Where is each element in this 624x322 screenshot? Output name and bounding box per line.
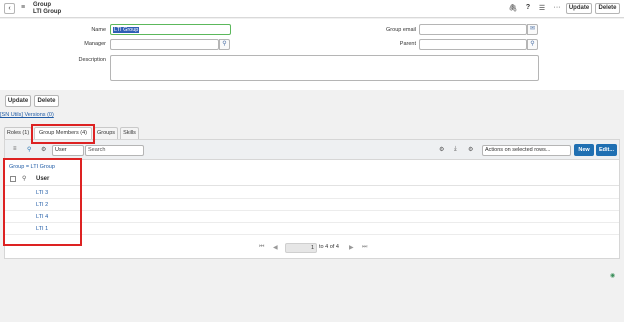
user-link[interactable]: LTI 2 (36, 202, 48, 208)
personalize-icon[interactable]: ⚙ (468, 146, 473, 153)
list-column-header: ⚲ User (5, 174, 619, 186)
email-envelope-icon[interactable]: ✉ (527, 24, 538, 35)
group-email-label: Group email (386, 27, 416, 33)
edit-button[interactable]: Edit... (596, 144, 617, 156)
page-range-text: to 4 of 4 (319, 244, 339, 250)
search-field-select[interactable]: User (52, 145, 84, 156)
form-header: ‹ ≡ Group LTI Group 🖇 ? ☰ ··· Update Del… (0, 0, 624, 18)
list-breadcrumb[interactable]: Group = LTI Group (9, 164, 55, 170)
next-page-icon[interactable]: ▶ (349, 244, 354, 251)
actions-on-selected-rows-select[interactable]: Actions on selected rows... (482, 145, 571, 156)
filter-icon[interactable]: ⚲ (27, 146, 31, 153)
status-indicator-icon: ◉ (610, 273, 616, 279)
update-button[interactable]: Update (5, 95, 31, 107)
personalize-list-icon[interactable]: ⚙ (41, 146, 46, 153)
previous-page-icon[interactable]: ◀ (273, 244, 278, 251)
user-link[interactable]: LTI 3 (36, 190, 48, 196)
header-update-button[interactable]: Update (566, 3, 592, 14)
table-row: LTI 3 (5, 187, 619, 199)
table-row: LTI 1 (5, 223, 619, 235)
manager-lookup-search-icon[interactable]: ⚲ (219, 39, 230, 50)
name-value: LTI Group (113, 27, 140, 33)
manager-field[interactable] (110, 39, 219, 50)
description-label: Description (78, 57, 106, 63)
parent-label: Parent (399, 41, 416, 47)
tab-skills[interactable]: Skills (120, 127, 139, 139)
description-field[interactable] (110, 55, 539, 81)
user-column-header[interactable]: User (36, 176, 49, 182)
header-delete-button[interactable]: Delete (595, 3, 620, 14)
page-number-input[interactable]: 1 (285, 243, 317, 253)
tab-groups[interactable]: Groups (94, 127, 118, 139)
group-form: Name LTI Group Manager ⚲ Description Gro… (0, 19, 624, 90)
name-label: Name (91, 27, 106, 33)
list-pagination: ⏮ ◀ 1 to 4 of 4 ▶ ⏭ (5, 241, 619, 255)
more-icon[interactable]: ··· (552, 4, 562, 11)
help-icon[interactable]: ? (523, 4, 533, 11)
download-icon[interactable]: ⤓ (454, 146, 457, 153)
list-search-input[interactable]: Search (85, 145, 144, 156)
sliders-icon[interactable]: ☰ (537, 4, 547, 12)
group-members-list: ≡ ⚲ ⚙ User Search ⚙ ⤓ ⚙ Actions on selec… (4, 139, 620, 259)
tab-roles[interactable]: Roles (1) (4, 127, 32, 139)
first-page-icon[interactable]: ⏮ (259, 244, 264, 251)
record-name-title: LTI Group (33, 9, 62, 15)
delete-button[interactable]: Delete (34, 95, 59, 107)
hamburger-menu-icon[interactable]: ≡ (21, 4, 25, 11)
parent-field[interactable] (419, 39, 527, 50)
new-button[interactable]: New (574, 144, 594, 156)
last-page-icon[interactable]: ⏭ (362, 244, 367, 251)
user-link[interactable]: LTI 4 (36, 214, 48, 220)
list-toolbar: ≡ ⚲ ⚙ User Search ⚙ ⤓ ⚙ Actions on selec… (5, 140, 619, 160)
manager-label: Manager (84, 41, 106, 47)
record-type-title: Group (33, 2, 51, 8)
user-link[interactable]: LTI 1 (36, 226, 48, 232)
list-menu-icon[interactable]: ≡ (13, 146, 17, 152)
name-field[interactable]: LTI Group (110, 24, 231, 35)
group-email-field[interactable] (419, 24, 527, 35)
parent-lookup-search-icon[interactable]: ⚲ (527, 39, 538, 50)
table-row: LTI 4 (5, 211, 619, 223)
list-settings-gear-icon[interactable]: ⚙ (439, 146, 444, 153)
column-search-icon[interactable]: ⚲ (22, 175, 26, 182)
back-button[interactable]: ‹ (4, 3, 15, 14)
table-row: LTI 2 (5, 199, 619, 211)
select-all-checkbox[interactable] (10, 176, 16, 182)
paperclip-icon[interactable]: 🖇 (508, 4, 518, 12)
related-links[interactable]: [SN Utils] Versions (0) (0, 112, 54, 118)
